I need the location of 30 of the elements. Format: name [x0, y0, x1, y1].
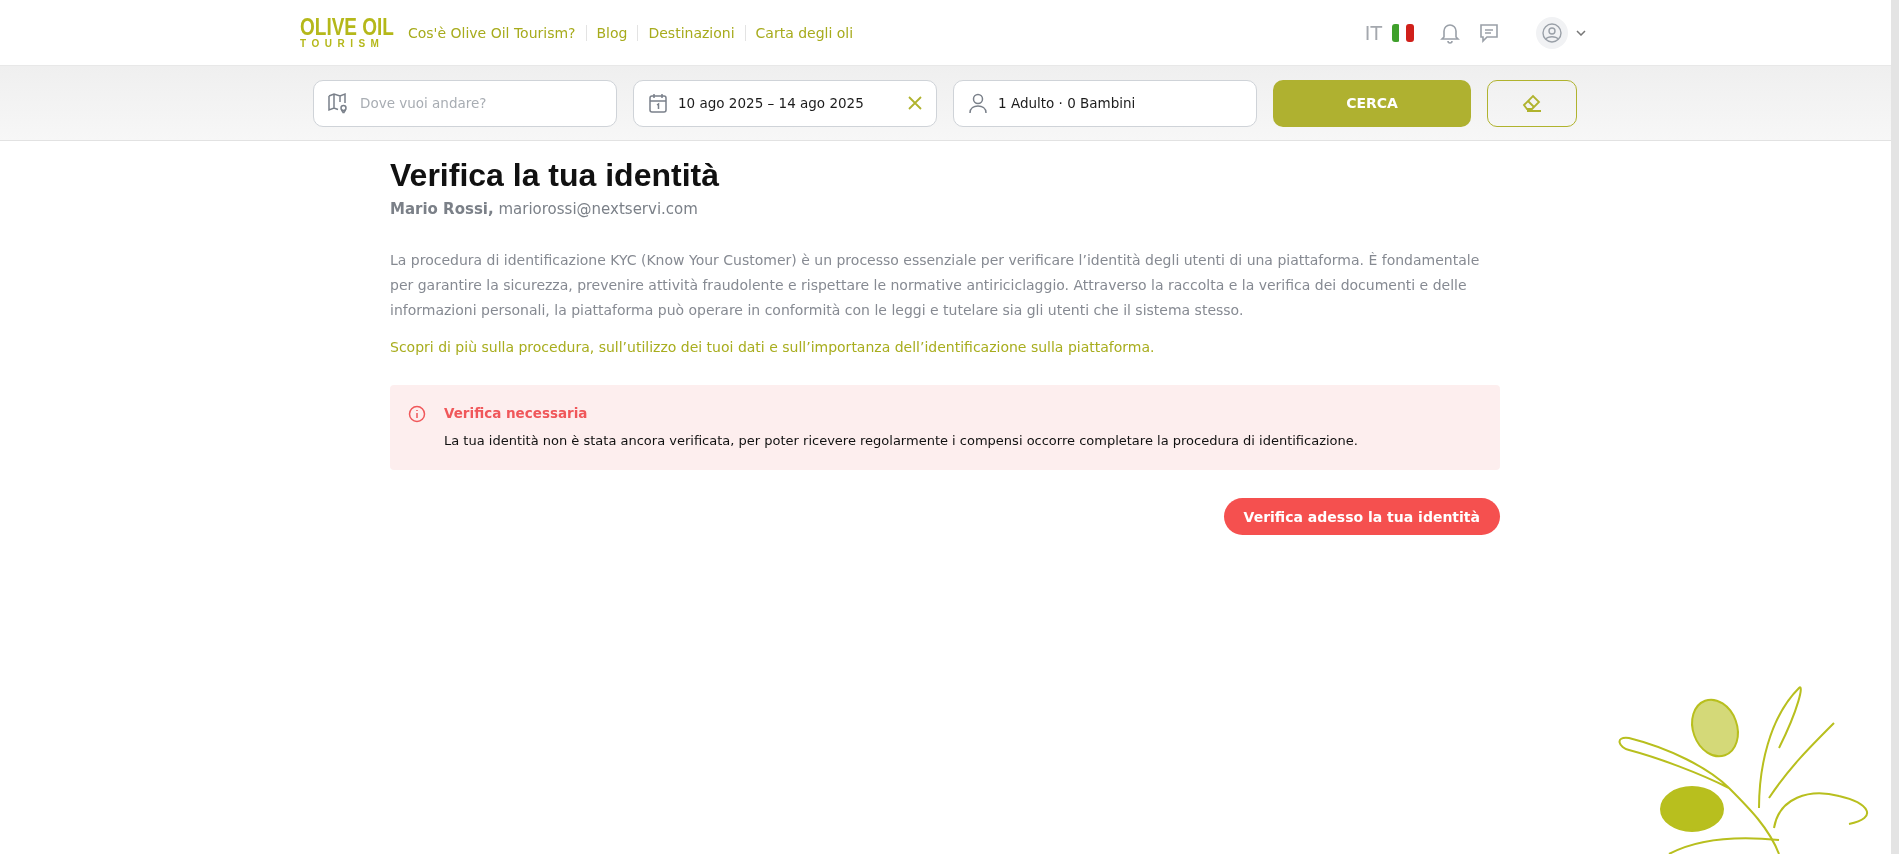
nav-link[interactable]: Destinazioni [637, 24, 745, 41]
caret-icon[interactable] [1576, 29, 1586, 36]
alert-title: Verifica necessaria [444, 405, 589, 421]
bell-icon[interactable] [1440, 21, 1460, 44]
learn-more-link[interactable]: Scopri di più sulla procedura, sull’utilizzo dei tuoi dati e sull’importanza dell’identificazione sulla piattaforma. [390, 339, 1500, 355]
map-pin-icon [327, 91, 349, 114]
info-icon [408, 405, 426, 423]
destination-field[interactable]: Dove vuoi andare? [313, 79, 617, 127]
user-name: Mario Rossi, [390, 200, 494, 218]
nav-link[interactable]: Cos'è Olive Oil Tourism? [407, 24, 586, 41]
page-title: Verifica la tua identità [390, 157, 720, 194]
search-button[interactable]: CERCA [1273, 79, 1471, 127]
user-email: mariorossi@nextservi.com [498, 200, 698, 218]
chat-icon[interactable] [1478, 21, 1500, 44]
logo[interactable]: OLIVE OIL TOURISM [300, 16, 394, 49]
alert-message: La tua identità non è stata ancora verificata, per poter ricevere regolarmente i compensi occorre completare la procedura di identificazione. [444, 433, 1358, 448]
description-paragraph: La procedura di identificazione KYC (Know Your Customer) è un processo essenziale per verificare l’identità degli utenti di una piattaforma. È fondamentale per garantire la sicurezza, prevenire attività fraudolente e rispettare le normative antiriciclaggio. Attraverso la raccolta e la verifica dei documenti e delle informazioni personali, la piattaforma può operare in conformità con le leggi e tutelare sia gli utenti che il sistema stesso. [390, 251, 1481, 320]
nav-link[interactable]: Blog [585, 24, 638, 41]
calendar-icon [648, 92, 668, 114]
verify-identity-button[interactable]: Verifica adesso la tua identità [1223, 498, 1500, 535]
guests-field[interactable]: 1 Adulto · 0 Bambini [953, 79, 1257, 127]
italian-flag-icon[interactable] [1392, 23, 1414, 42]
date-range-field[interactable]: 10 ago 2025 – 14 ago 2025 [633, 79, 937, 127]
eraser-icon [1520, 92, 1544, 114]
clear-filters-button[interactable] [1487, 79, 1577, 127]
language-code[interactable]: IT [1364, 21, 1382, 44]
close-icon[interactable] [908, 96, 922, 110]
avatar-button[interactable] [1536, 16, 1568, 49]
person-icon [968, 92, 988, 114]
nav-link[interactable]: Carta degli oli [744, 24, 864, 41]
